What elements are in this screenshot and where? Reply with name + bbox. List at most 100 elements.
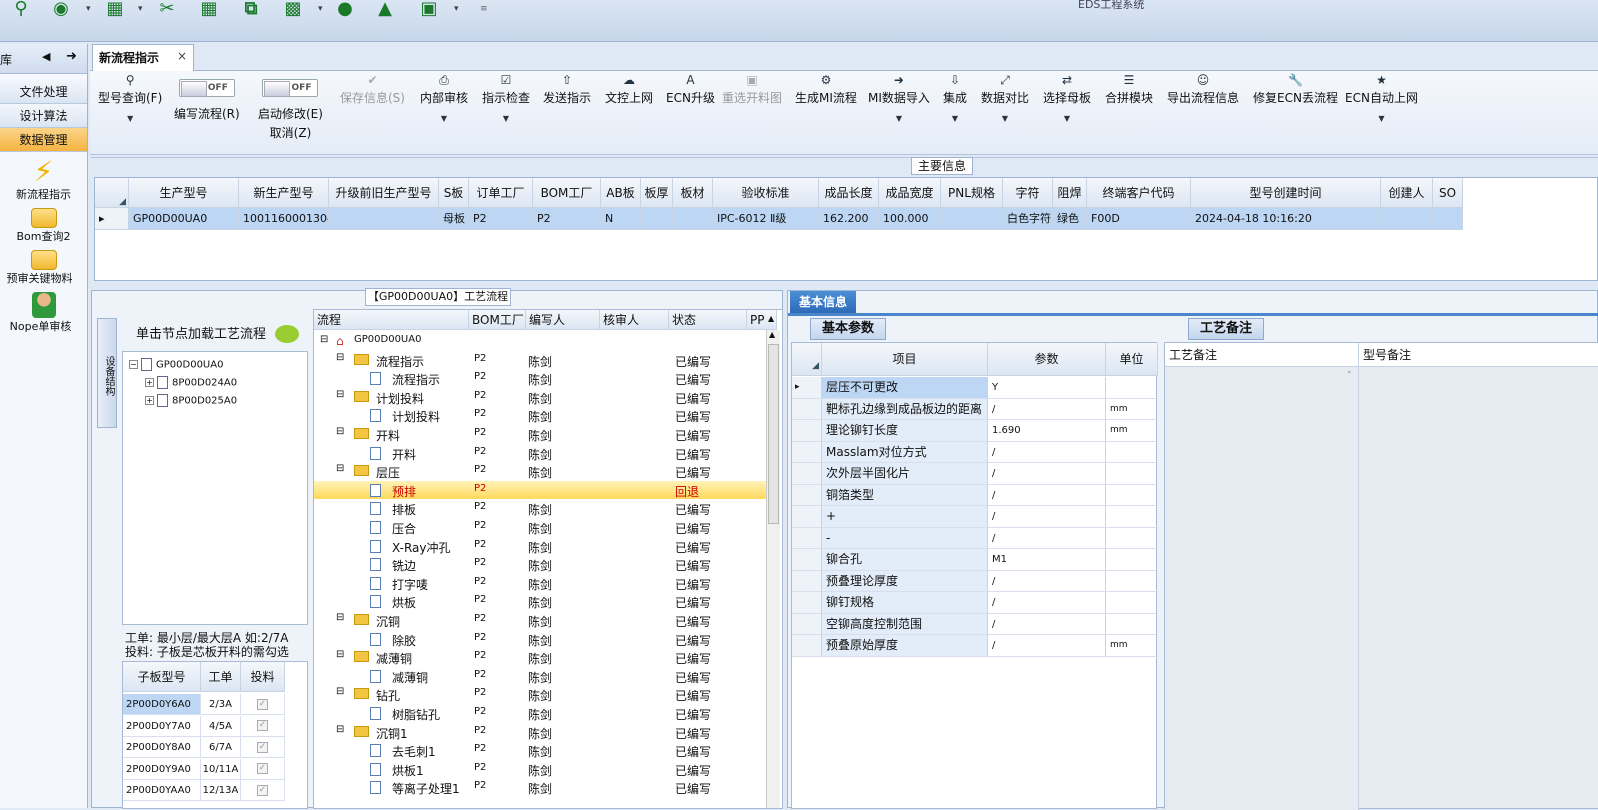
param-value[interactable]: /	[988, 506, 1106, 528]
scrollbar[interactable]: ▲	[766, 330, 780, 808]
chevron-down-icon[interactable]: ▼	[868, 114, 930, 123]
sub-board-order[interactable]: 4/5A	[201, 715, 241, 737]
export-flow-button[interactable]: ☺ 导出流程信息	[1167, 71, 1239, 106]
send-indicator-button[interactable]: ⇧ 发送指示	[543, 71, 591, 106]
scroll-thumb[interactable]	[768, 344, 779, 524]
flow-row[interactable]: ⊟ 计划投料 P2 陈剑 已编写	[314, 388, 766, 407]
param-row[interactable]: - /	[792, 527, 1158, 549]
param-value[interactable]: /	[988, 592, 1106, 614]
flow-row[interactable]: 减薄铜 P2 陈剑 已编写	[314, 667, 766, 686]
sub-board-feed[interactable]: ✓	[241, 715, 285, 737]
grid-cell[interactable]: F00D	[1087, 208, 1191, 230]
tree-node[interactable]: − GP00D00UA0	[129, 358, 223, 371]
grid-cell[interactable]: 母板	[439, 208, 469, 230]
nav-button-data[interactable]: 数据管理	[0, 128, 87, 152]
param-column-header[interactable]: 项目	[822, 343, 988, 376]
flow-row[interactable]: 打字唛 P2 陈剑 已编写	[314, 574, 766, 593]
checkbox[interactable]: ✓	[257, 720, 268, 731]
table-row[interactable]: ▸GP00D00UA010011600013043母板P2P2NIPC-6012…	[95, 208, 1463, 230]
internal-review-button[interactable]: ⎙ 内部审核 ▼	[420, 71, 468, 123]
chevron-down-icon[interactable]: ▼	[943, 114, 967, 123]
flow-root-row[interactable]: ⊟ ⌂ GP00D00UA0	[314, 332, 766, 351]
sub-board-model[interactable]: 2P00D0Y8A0	[123, 737, 201, 758]
grid-cell[interactable]: 2024-04-18 10:16:20	[1191, 208, 1381, 230]
sub-board-order[interactable]: 2/3A	[201, 694, 241, 715]
param-row[interactable]: 预叠原始厚度 / mm	[792, 635, 1158, 657]
collapse-icon[interactable]: ⊟	[336, 389, 344, 400]
flow-column-header[interactable]: 编写人	[526, 310, 600, 330]
flow-column-header[interactable]: 流程	[314, 310, 469, 330]
sub-board-order[interactable]: 6/7A	[201, 737, 241, 758]
flow-row[interactable]: ⊟ 沉铜1 P2 陈剑 已编写	[314, 723, 766, 742]
tab-basic-params[interactable]: 基本参数	[810, 318, 886, 340]
param-row[interactable]: 空铆高度控制范围 /	[792, 613, 1158, 635]
flow-row[interactable]: 去毛刺1 P2 陈剑 已编写	[314, 741, 766, 760]
param-row[interactable]: 理论铆钉长度 1.690 mm	[792, 420, 1158, 442]
collapse-icon[interactable]: ⊟	[336, 426, 344, 437]
flow-row[interactable]: 压合 P2 陈剑 已编写	[314, 518, 766, 537]
chevron-down-icon[interactable]: ▾	[86, 4, 91, 14]
grid-column-header[interactable]: 板厚	[641, 178, 673, 208]
grid-column-header[interactable]: 生产型号	[129, 178, 239, 208]
flow-row[interactable]: 等离子处理1 P2 陈剑 已编写	[314, 778, 766, 797]
nav-item-nope-review[interactable]: Nope单审核	[0, 292, 87, 334]
cancel-label[interactable]: 取消(Z)	[258, 124, 323, 141]
param-row[interactable]: + /	[792, 506, 1158, 528]
tab-basic-info[interactable]: 基本信息	[790, 291, 856, 313]
lifebuoy-icon[interactable]: ◉	[50, 0, 72, 20]
grid-cell[interactable]: 白色字符	[1003, 208, 1053, 230]
tab-process-notes[interactable]: 工艺备注	[1188, 318, 1264, 340]
param-value[interactable]: /	[988, 484, 1106, 506]
save-info-button[interactable]: ✔ 保存信息(S)	[340, 71, 405, 106]
arrow-left-icon[interactable]: ◀	[42, 50, 50, 63]
search-icon[interactable]: ⚲	[10, 0, 32, 20]
grid-column-header[interactable]: 订单工厂	[469, 178, 533, 208]
flow-column-header[interactable]: 核审人	[600, 310, 669, 330]
generate-mi-button[interactable]: ⚙ 生成MI流程	[795, 71, 857, 106]
collapse-icon[interactable]: −	[129, 360, 138, 369]
grid-column-header[interactable]: 验收标准	[713, 178, 819, 208]
param-value[interactable]: Y	[988, 377, 1106, 399]
flow-row[interactable]: 烘板1 P2 陈剑 已编写	[314, 760, 766, 779]
customize-icon[interactable]: ≡	[480, 4, 488, 14]
arrow-up-icon[interactable]: ▲	[769, 330, 775, 339]
grid-cell[interactable]	[673, 208, 713, 230]
sub-board-feed[interactable]: ✓	[241, 737, 285, 758]
collapse-icon[interactable]: ⊟	[336, 724, 344, 735]
checkbox[interactable]: ✓	[257, 784, 268, 796]
sub-board-feed[interactable]: ✓	[241, 780, 285, 801]
process-note-area[interactable]	[1165, 367, 1359, 810]
off-toggle[interactable]: OFF	[262, 79, 319, 97]
sub-board-order[interactable]: 12/13A	[201, 780, 241, 801]
table-icon[interactable]: ▦	[104, 0, 126, 20]
param-value[interactable]: /	[988, 527, 1106, 549]
nav-item-key-material[interactable]: 预审关键物料	[0, 250, 87, 286]
checkbox[interactable]: ✓	[257, 741, 268, 753]
sign-in-icon[interactable]: ➜	[66, 49, 77, 64]
chevron-down-icon[interactable]: ▾	[454, 4, 459, 14]
param-value[interactable]: /	[988, 463, 1106, 485]
flow-row[interactable]: ⊟ 钻孔 P2 陈剑 已编写	[314, 685, 766, 704]
integrate-button[interactable]: ⇩ 集成 ▼	[943, 71, 967, 123]
flow-row[interactable]: 烘板 P2 陈剑 已编写	[314, 592, 766, 611]
grid-column-header[interactable]: S板	[439, 178, 469, 208]
sub-board-feed[interactable]: ✓	[241, 694, 285, 715]
select-mother-button[interactable]: ⇄ 选择母板 ▼	[1043, 71, 1091, 123]
grid-icon[interactable]: ▦	[198, 0, 220, 20]
data-compare-button[interactable]: ⤢ 数据对比 ▼	[981, 71, 1029, 123]
arrow-up-icon[interactable]: ˄	[1347, 371, 1352, 381]
param-row[interactable]: 预叠理论厚度 /	[792, 570, 1158, 592]
reselect-cut-button[interactable]: ▣ 重选开料图	[722, 71, 782, 106]
grid-cell[interactable]: 10011600013043	[239, 208, 329, 230]
chevron-down-icon[interactable]: ▼	[1043, 114, 1091, 123]
grid-cell[interactable]: 162.200	[819, 208, 879, 230]
nav-button-file[interactable]: 文件处理	[0, 80, 87, 104]
ecn-upgrade-button[interactable]: A ECN升级	[666, 71, 715, 106]
chevron-down-icon[interactable]: ▾	[138, 4, 143, 14]
grid-cell[interactable]: GP00D00UA0	[129, 208, 239, 230]
apps-icon[interactable]: ▩	[282, 0, 304, 20]
flow-row[interactable]: ⊟ 开料 P2 陈剑 已编写	[314, 425, 766, 444]
checkbox[interactable]: ✓	[257, 763, 268, 774]
param-value[interactable]: 1.690	[988, 420, 1106, 442]
grid-column-header[interactable]: 创建人	[1381, 178, 1433, 208]
